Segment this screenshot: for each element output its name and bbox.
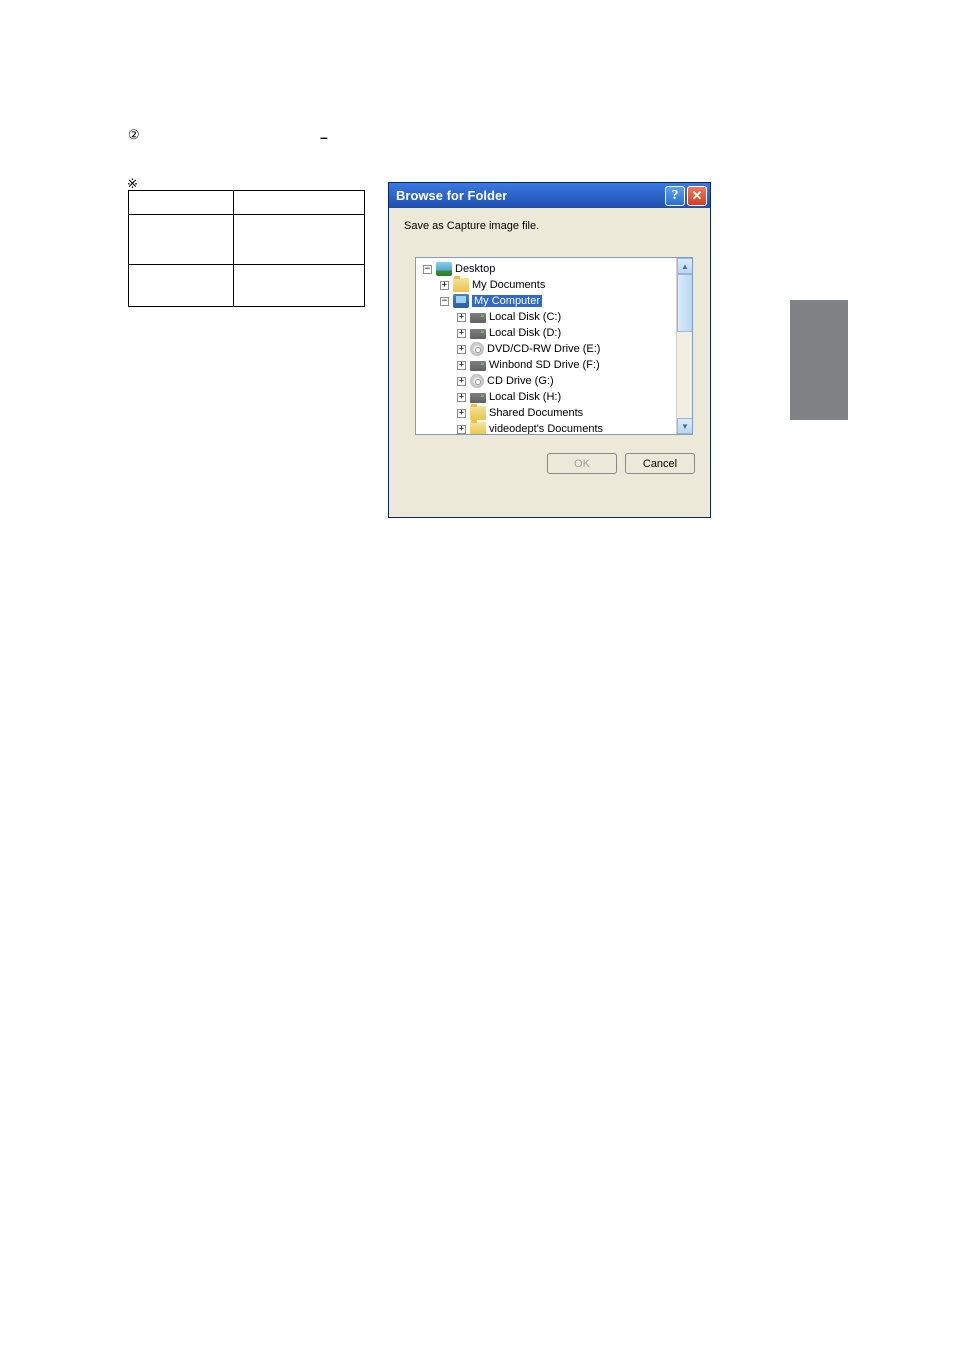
browse-folder-dialog: Browse for Folder ? ✕ Save as Capture im… (388, 182, 711, 518)
cdrom-icon (470, 374, 484, 388)
expand-icon[interactable]: + (457, 409, 466, 418)
tree-item-drive-e[interactable]: + DVD/CD-RW Drive (E:) (419, 341, 692, 357)
cancel-button[interactable]: Cancel (625, 453, 695, 474)
expand-icon[interactable]: + (457, 313, 466, 322)
expand-icon[interactable]: + (440, 281, 449, 290)
drive-icon (470, 329, 486, 339)
help-button[interactable]: ? (665, 186, 685, 206)
tree-item-desktop[interactable]: − Desktop (419, 261, 692, 277)
scroll-down-button[interactable]: ▼ (677, 418, 693, 434)
tree-label: Desktop (455, 263, 495, 275)
scroll-up-button[interactable]: ▲ (677, 258, 693, 274)
table-cell (129, 215, 234, 265)
tree-label: Local Disk (C:) (489, 311, 561, 323)
desktop-icon (436, 262, 452, 276)
computer-icon (453, 294, 469, 308)
drive-icon (470, 361, 486, 371)
tree-label: videodept's Documents (489, 423, 603, 435)
table-cell (233, 265, 364, 307)
tree-item-drive-d[interactable]: + Local Disk (D:) (419, 325, 692, 341)
scroll-thumb[interactable] (677, 274, 693, 332)
dialog-title: Browse for Folder (396, 188, 663, 203)
tree-label: My Documents (472, 279, 545, 291)
dialog-instruction: Save as Capture image file. (389, 208, 710, 242)
tree-item-mycomputer[interactable]: − My Computer (419, 293, 692, 309)
folder-icon (470, 422, 486, 435)
collapse-icon[interactable]: − (440, 297, 449, 306)
expand-icon[interactable]: + (457, 329, 466, 338)
drive-icon (470, 393, 486, 403)
expand-icon[interactable]: + (457, 361, 466, 370)
tree-label: Shared Documents (489, 407, 583, 419)
tree-item-drive-h[interactable]: + Local Disk (H:) (419, 389, 692, 405)
expand-icon[interactable]: + (457, 345, 466, 354)
table-cell (129, 265, 234, 307)
folder-tree[interactable]: − Desktop + My Documents − My Computer + (415, 257, 693, 435)
side-tab-marker (790, 300, 848, 420)
table-cell (233, 191, 364, 215)
collapse-icon[interactable]: − (423, 265, 432, 274)
folder-icon (453, 278, 469, 292)
tree-scrollbar[interactable]: ▲ ▼ (676, 258, 692, 434)
tree-item-shared-docs[interactable]: + Shared Documents (419, 405, 692, 421)
table-cell (233, 215, 364, 265)
tree-label-selected: My Computer (472, 295, 542, 307)
circled-number-2: ② (128, 127, 140, 143)
tree-item-user-docs[interactable]: + videodept's Documents (419, 421, 692, 435)
ok-button[interactable]: OK (547, 453, 617, 474)
close-button[interactable]: ✕ (687, 186, 707, 206)
tree-label: Local Disk (D:) (489, 327, 561, 339)
tree-item-mydocuments[interactable]: + My Documents (419, 277, 692, 293)
table-cell (129, 191, 234, 215)
tree-label: Local Disk (H:) (489, 391, 561, 403)
expand-icon[interactable]: + (457, 377, 466, 386)
dash-mark: – (320, 129, 328, 145)
tree-label: DVD/CD-RW Drive (E:) (487, 343, 600, 355)
folder-icon (470, 406, 486, 420)
drive-icon (470, 313, 486, 323)
config-table (128, 190, 365, 307)
tree-item-drive-f[interactable]: + Winbond SD Drive (F:) (419, 357, 692, 373)
tree-label: CD Drive (G:) (487, 375, 554, 387)
tree-label: Winbond SD Drive (F:) (489, 359, 600, 371)
tree-item-drive-g[interactable]: + CD Drive (G:) (419, 373, 692, 389)
tree-item-drive-c[interactable]: + Local Disk (C:) (419, 309, 692, 325)
dialog-titlebar[interactable]: Browse for Folder ? ✕ (389, 183, 710, 208)
expand-icon[interactable]: + (457, 425, 466, 434)
cdrom-icon (470, 342, 484, 356)
expand-icon[interactable]: + (457, 393, 466, 402)
